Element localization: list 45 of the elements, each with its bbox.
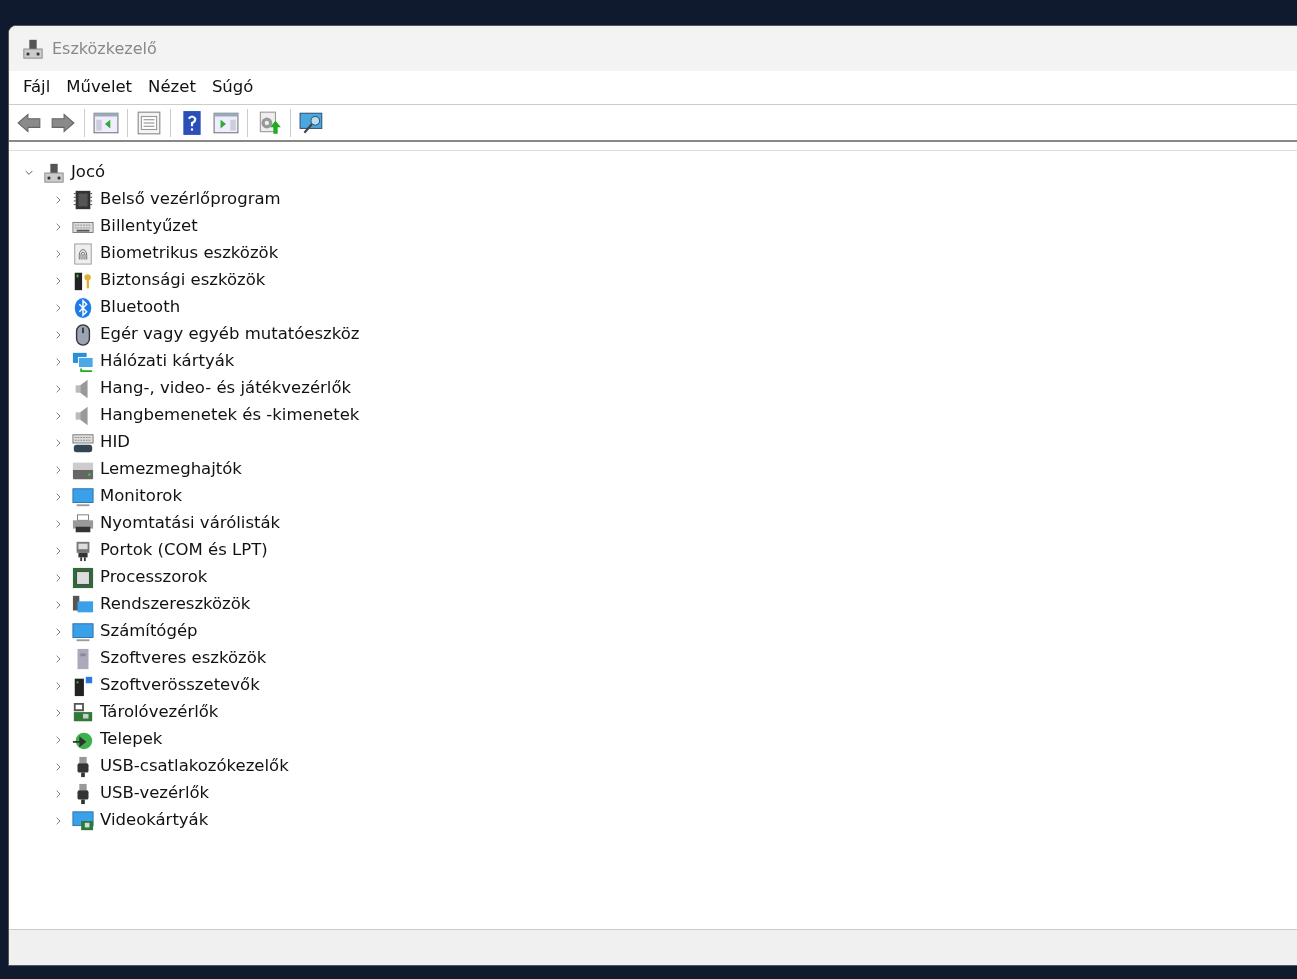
tree-item[interactable]: Nyomtatási várólisták (100, 511, 281, 536)
network-icon (72, 350, 94, 373)
monitor-icon (72, 620, 94, 643)
tree-item[interactable]: Egér vagy egyéb mutatóeszköz (100, 322, 360, 347)
tree-item[interactable]: Processzorok (100, 565, 208, 590)
menu-item[interactable]: Nézet (140, 75, 204, 100)
tree-item[interactable]: Hangbemenetek és -kimenetek (100, 403, 360, 428)
monitor-icon (72, 485, 94, 508)
tree-item[interactable]: Telepek (100, 727, 163, 752)
tree-item[interactable]: USB-csatlakozókezelők (100, 754, 289, 779)
menu-item[interactable]: Művelet (58, 75, 141, 100)
tower-puzzle-icon (72, 674, 94, 697)
monitor-card-icon (72, 809, 94, 832)
tree-item[interactable]: Szoftveres eszközök (100, 646, 267, 671)
tree-item[interactable]: Billentyűzet (100, 214, 198, 239)
bluetooth-icon (72, 296, 94, 319)
tree-item[interactable]: Tárolóvezérlők (100, 700, 219, 725)
tree-item[interactable]: Biometrikus eszközök (100, 241, 279, 266)
tree-item[interactable]: Belső vezérlőprogram (100, 187, 281, 212)
processor-icon (72, 566, 94, 589)
tree-item[interactable]: Szoftverösszetevők (100, 673, 260, 698)
tree-item[interactable]: Bluetooth (100, 295, 181, 320)
tree-item[interactable]: Lemezmeghajtók (100, 457, 242, 482)
fingerprint-icon (72, 242, 94, 265)
tree-item[interactable]: Portok (COM és LPT) (100, 538, 268, 563)
storage-controller-icon (72, 701, 94, 724)
tree-item[interactable]: Rendszereszközök (100, 592, 251, 617)
tree-item[interactable]: Hang-, video- és játékvezérlők (100, 376, 352, 401)
tree-item[interactable]: Videokártyák (100, 808, 209, 833)
tree-item[interactable]: Monitorok (100, 484, 182, 509)
printer-icon (72, 512, 94, 535)
keyboard-joystick-icon (72, 431, 94, 454)
tree-item[interactable]: Számítógép (100, 619, 198, 644)
tree-item[interactable]: USB-vezérlők (100, 781, 210, 806)
device-manager-icon (43, 161, 65, 184)
tree-item[interactable]: HID (100, 430, 130, 455)
tree-item[interactable]: Jocó (71, 160, 106, 185)
tree-item[interactable]: Biztonsági eszközök (100, 268, 266, 293)
tree-item[interactable]: Hálózati kártyák (100, 349, 235, 374)
menu-item[interactable]: Súgó (203, 75, 262, 100)
chip-icon (72, 188, 94, 211)
device-manager-icon (22, 37, 44, 60)
menu-item[interactable]: Fájl (15, 75, 59, 100)
window-title: Eszközkezelő (52, 37, 157, 60)
properties-sheet-icon (136, 109, 162, 136)
